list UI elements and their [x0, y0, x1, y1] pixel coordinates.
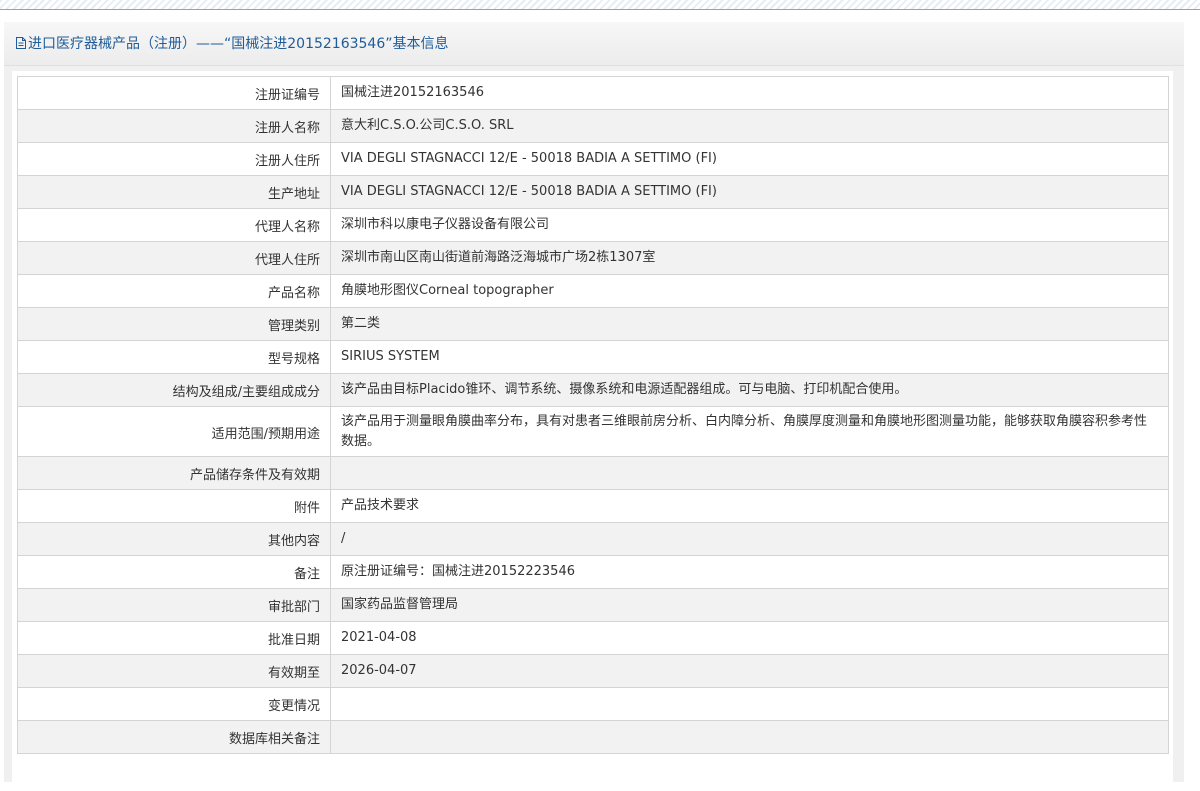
row-value: /	[330, 522, 1169, 556]
row-label: 生产地址	[17, 175, 331, 209]
info-table: 注册证编号 国械注进20152163546 注册人名称 意大利C.S.O.公司C.S…	[17, 76, 1169, 754]
table-row: 代理人住所 深圳市南山区南山街道前海路泛海城市广场2栋1307室	[17, 241, 1169, 275]
row-label: 产品储存条件及有效期	[17, 456, 331, 490]
row-label: 代理人住所	[17, 241, 331, 275]
row-value: VIA DEGLI STAGNACCI 12/E - 50018 BADIA A…	[330, 142, 1169, 176]
table-row: 附件 产品技术要求	[17, 489, 1169, 523]
row-label: 批准日期	[17, 621, 331, 655]
row-label: 变更情况	[17, 687, 331, 721]
row-label: 数据库相关备注	[17, 720, 331, 754]
row-value: 2026-04-07	[330, 654, 1169, 688]
row-label: 注册人名称	[17, 109, 331, 143]
row-label: 型号规格	[17, 340, 331, 374]
top-decorative-stripe	[0, 0, 1200, 10]
row-value: 深圳市南山区南山街道前海路泛海城市广场2栋1307室	[330, 241, 1169, 275]
row-value: 原注册证编号：国械注进20152223546	[330, 555, 1169, 589]
page-title-text: 进口医疗器械产品（注册）——“国械注进20152163546”基本信息	[28, 36, 449, 52]
row-label: 备注	[17, 555, 331, 589]
table-row: 变更情况	[17, 687, 1169, 721]
table-row: 其他内容 /	[17, 522, 1169, 556]
table-row: 注册人名称 意大利C.S.O.公司C.S.O. SRL	[17, 109, 1169, 143]
table-row: 备注 原注册证编号：国械注进20152223546	[17, 555, 1169, 589]
table-row: 产品名称 角膜地形图仪Corneal topographer	[17, 274, 1169, 308]
document-icon	[16, 37, 26, 49]
table-row: 管理类别 第二类	[17, 307, 1169, 341]
row-value: 该产品由目标Placido锥环、调节系统、摄像系统和电源适配器组成。可与电脑、打…	[330, 373, 1169, 407]
row-value: VIA DEGLI STAGNACCI 12/E - 50018 BADIA A…	[330, 175, 1169, 209]
row-value: 国械注进20152163546	[330, 76, 1169, 110]
row-value	[330, 456, 1169, 490]
table-row: 有效期至 2026-04-07	[17, 654, 1169, 688]
table-row: 数据库相关备注	[17, 720, 1169, 754]
row-label: 代理人名称	[17, 208, 331, 242]
panel-header: 进口医疗器械产品（注册）——“国械注进20152163546”基本信息	[4, 22, 1184, 66]
table-row: 生产地址 VIA DEGLI STAGNACCI 12/E - 50018 BAD…	[17, 175, 1169, 209]
page-title: 进口医疗器械产品（注册）——“国械注进20152163546”基本信息	[16, 34, 448, 54]
table-row: 批准日期 2021-04-08	[17, 621, 1169, 655]
row-value: 产品技术要求	[330, 489, 1169, 523]
row-label: 注册人住所	[17, 142, 331, 176]
table-row: 型号规格 SIRIUS SYSTEM	[17, 340, 1169, 374]
table-row: 注册证编号 国械注进20152163546	[17, 76, 1169, 110]
table-row: 审批部门 国家药品监督管理局	[17, 588, 1169, 622]
row-label: 结构及组成/主要组成成分	[17, 373, 331, 407]
table-row: 代理人名称 深圳市科以康电子仪器设备有限公司	[17, 208, 1169, 242]
row-value: 2021-04-08	[330, 621, 1169, 655]
row-value: 国家药品监督管理局	[330, 588, 1169, 622]
row-value	[330, 720, 1169, 754]
row-value: SIRIUS SYSTEM	[330, 340, 1169, 374]
row-label: 审批部门	[17, 588, 331, 622]
row-value: 意大利C.S.O.公司C.S.O. SRL	[330, 109, 1169, 143]
row-value: 角膜地形图仪Corneal topographer	[330, 274, 1169, 308]
row-label: 其他内容	[17, 522, 331, 556]
row-value: 该产品用于测量眼角膜曲率分布，具有对患者三维眼前房分析、白内障分析、角膜厚度测量…	[330, 406, 1169, 457]
table-row: 产品储存条件及有效期	[17, 456, 1169, 490]
table-row: 结构及组成/主要组成成分 该产品由目标Placido锥环、调节系统、摄像系统和电源…	[17, 373, 1169, 407]
row-value	[330, 687, 1169, 721]
content-area: 注册证编号 国械注进20152163546 注册人名称 意大利C.S.O.公司C.S…	[12, 71, 1173, 791]
table-row: 适用范围/预期用途 该产品用于测量眼角膜曲率分布，具有对患者三维眼前房分析、白内障…	[17, 406, 1169, 457]
row-value: 第二类	[330, 307, 1169, 341]
row-label: 注册证编号	[17, 76, 331, 110]
row-label: 有效期至	[17, 654, 331, 688]
table-row: 注册人住所 VIA DEGLI STAGNACCI 12/E - 50018 BA…	[17, 142, 1169, 176]
row-label: 管理类别	[17, 307, 331, 341]
info-panel: 进口医疗器械产品（注册）——“国械注进20152163546”基本信息 注册证编…	[4, 22, 1184, 791]
row-label: 附件	[17, 489, 331, 523]
row-label: 产品名称	[17, 274, 331, 308]
row-value: 深圳市科以康电子仪器设备有限公司	[330, 208, 1169, 242]
row-label: 适用范围/预期用途	[17, 406, 331, 457]
